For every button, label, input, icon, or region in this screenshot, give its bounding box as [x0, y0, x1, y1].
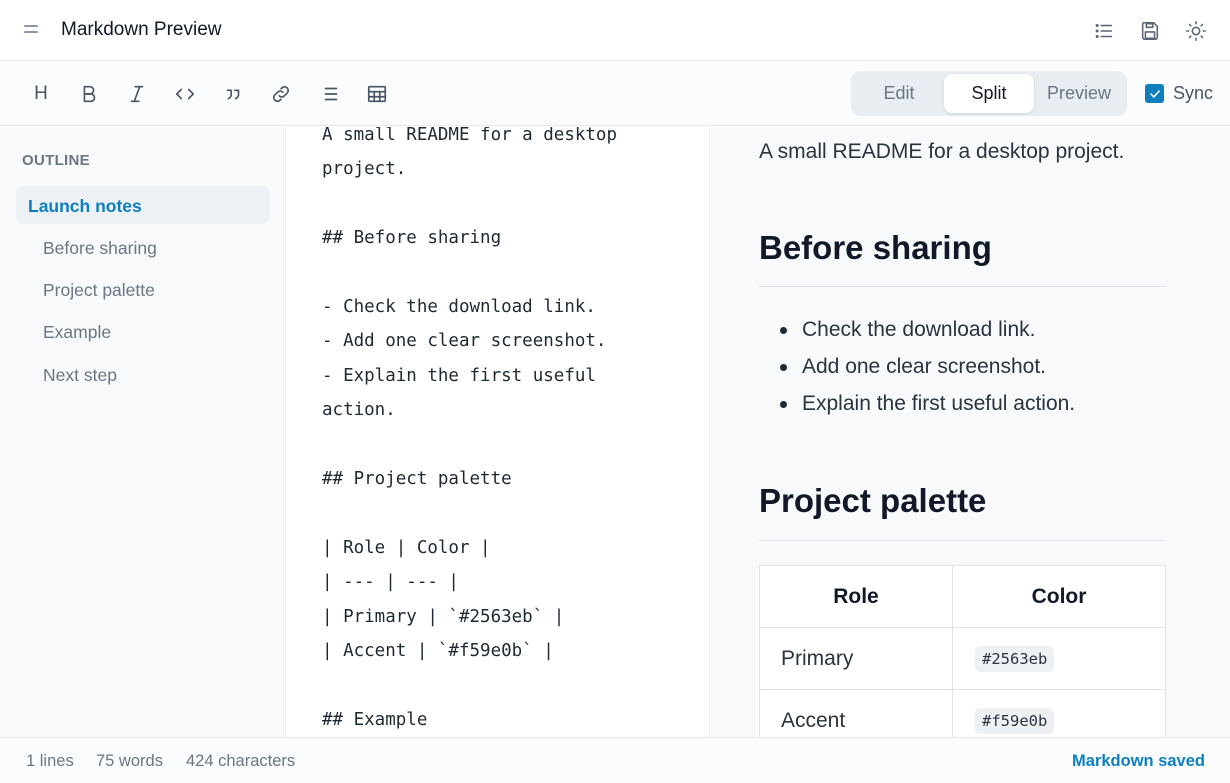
mode-preview-button[interactable]: Preview: [1034, 74, 1124, 113]
mode-split-button[interactable]: Split: [944, 74, 1034, 113]
editor-line: A small README for a desktop: [322, 127, 618, 145]
quote-icon: [226, 89, 240, 100]
status-line-count: 1 lines: [26, 752, 74, 770]
formatting-toolbar: H Edit Split Preview Sync: [0, 61, 1230, 126]
sync-checkbox[interactable]: [1145, 84, 1164, 103]
outline-heading: OUTLINE: [22, 152, 90, 169]
inline-code: #f59e0b: [975, 707, 1055, 734]
editor-line: - Add one clear screenshot.: [322, 331, 607, 351]
editor-line: | Role | Color |: [322, 538, 491, 558]
hamburger-menu-icon[interactable]: [24, 24, 40, 36]
sync-label: Sync: [1173, 83, 1214, 103]
status-character-count: 424 characters: [186, 752, 296, 770]
theme-toggle-sun-icon[interactable]: [1180, 16, 1212, 46]
preview-list-item: Check the download link.: [802, 318, 1036, 341]
title-bar: Markdown Preview: [0, 0, 1230, 61]
bullet-icon: [780, 327, 787, 334]
editor-line: | Accent | `#f59e0b` |: [322, 641, 554, 661]
heading-divider: [759, 540, 1166, 541]
table-header-row: Role Color: [759, 565, 1166, 628]
preview-list-item: Add one clear screenshot.: [802, 355, 1046, 378]
bold-button[interactable]: [73, 79, 105, 109]
markdown-preview: A small README for a desktop project. Be…: [711, 127, 1230, 737]
editor-line: ## Example: [322, 710, 428, 730]
table-header-role: Role: [759, 565, 953, 628]
editor-line: project.: [322, 159, 407, 179]
inline-code: #2563eb: [975, 645, 1055, 672]
status-bar: 1 lines 75 words 424 characters Markdown…: [0, 737, 1230, 783]
outline-item-project-palette[interactable]: Project palette: [43, 280, 155, 301]
code-button[interactable]: [169, 79, 201, 109]
preview-list-item: Explain the first useful action.: [802, 392, 1076, 415]
table-icon: [367, 85, 387, 103]
view-mode-switch: Edit Split Preview: [851, 71, 1127, 116]
editor-line: ## Project palette: [322, 469, 512, 489]
outline-item-example[interactable]: Example: [43, 322, 111, 343]
save-icon[interactable]: [1134, 16, 1166, 46]
preview-heading-project-palette: Project palette: [759, 482, 987, 519]
outline-list-icon[interactable]: [1088, 16, 1120, 46]
table-header-color: Color: [952, 565, 1166, 628]
outline-item-next-step[interactable]: Next step: [43, 365, 117, 386]
code-icon: [175, 88, 195, 100]
table-cell-color: #2563eb: [952, 627, 1166, 690]
heading-divider: [759, 286, 1166, 287]
editor-line: - Check the download link.: [322, 297, 596, 317]
list-icon: [324, 87, 338, 101]
editor-line: action.: [322, 400, 396, 420]
bullet-icon: [780, 401, 787, 408]
heading-icon: H: [34, 83, 48, 104]
palette-table: Role Color Primary #2563eb Accent #f59e0…: [759, 565, 1166, 737]
outline-item-before-sharing[interactable]: Before sharing: [43, 238, 157, 259]
link-icon: [272, 85, 290, 103]
mode-edit-button[interactable]: Edit: [854, 74, 944, 113]
editor-line: - Explain the first useful: [322, 366, 596, 386]
status-word-count: 75 words: [96, 752, 163, 770]
link-button[interactable]: [265, 79, 297, 109]
checkmark-icon: [1149, 89, 1160, 98]
quote-button[interactable]: [217, 79, 249, 109]
preview-intro: A small README for a desktop project.: [759, 140, 1125, 163]
title-actions: [1088, 16, 1212, 46]
table-row: Accent #f59e0b: [759, 689, 1166, 737]
outline-item-launch-notes[interactable]: Launch notes: [16, 186, 270, 224]
italic-button[interactable]: [121, 79, 153, 109]
heading-button[interactable]: H: [25, 79, 57, 109]
table-cell-role: Accent: [759, 689, 953, 737]
italic-icon: [130, 85, 144, 103]
table-cell-role: Primary: [759, 627, 953, 690]
editor-line: | --- | --- |: [322, 572, 459, 592]
table-cell-color: #f59e0b: [952, 689, 1166, 737]
list-button[interactable]: [315, 79, 347, 109]
table-row: Primary #2563eb: [759, 627, 1166, 690]
bullet-icon: [780, 364, 787, 371]
sync-toggle[interactable]: Sync: [1145, 83, 1213, 104]
preview-heading-before-sharing: Before sharing: [759, 229, 992, 266]
table-button[interactable]: [361, 79, 393, 109]
app-title: Markdown Preview: [61, 19, 222, 40]
editor-line: | Primary | `#2563eb` |: [322, 607, 565, 627]
markdown-editor[interactable]: A small README for a desktop project. ##…: [287, 127, 710, 737]
editor-line: ## Before sharing: [322, 228, 502, 248]
status-saved: Markdown saved: [1072, 752, 1205, 770]
bold-icon: [83, 85, 96, 103]
outline-sidebar: OUTLINE Launch notes Before sharing Proj…: [0, 127, 286, 737]
